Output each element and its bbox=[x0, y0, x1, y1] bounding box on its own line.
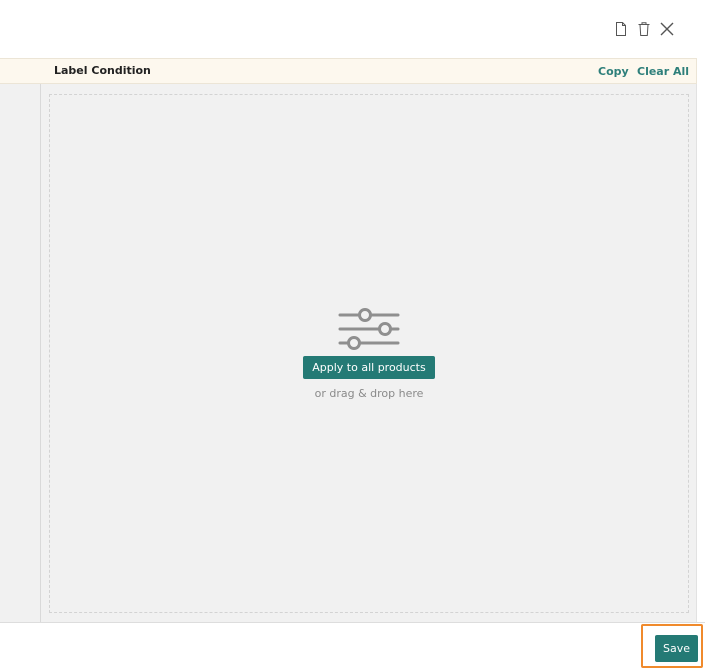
left-sidebar-panel bbox=[0, 84, 41, 622]
drag-drop-hint: or drag & drop here bbox=[314, 387, 424, 400]
window-toolbar bbox=[613, 20, 676, 38]
section-title: Label Condition bbox=[54, 64, 151, 77]
footer-divider bbox=[0, 622, 705, 623]
save-button[interactable]: Save bbox=[655, 635, 698, 662]
empty-state: Apply to all products or drag & drop her… bbox=[50, 307, 688, 400]
condition-panel: Apply to all products or drag & drop her… bbox=[41, 84, 697, 622]
filter-sliders-icon bbox=[338, 308, 400, 350]
apply-to-all-products-button[interactable]: Apply to all products bbox=[303, 356, 435, 379]
condition-editor-page: Label Condition Copy Clear All Apply to … bbox=[0, 0, 705, 672]
label-condition-header: Label Condition Copy Clear All bbox=[0, 58, 697, 84]
trash-icon[interactable] bbox=[636, 21, 652, 37]
condition-dropzone[interactable]: Apply to all products or drag & drop her… bbox=[49, 94, 689, 613]
document-icon[interactable] bbox=[613, 21, 629, 37]
close-icon[interactable] bbox=[658, 20, 676, 38]
copy-link[interactable]: Copy bbox=[598, 65, 629, 78]
clear-all-link[interactable]: Clear All bbox=[637, 65, 689, 78]
